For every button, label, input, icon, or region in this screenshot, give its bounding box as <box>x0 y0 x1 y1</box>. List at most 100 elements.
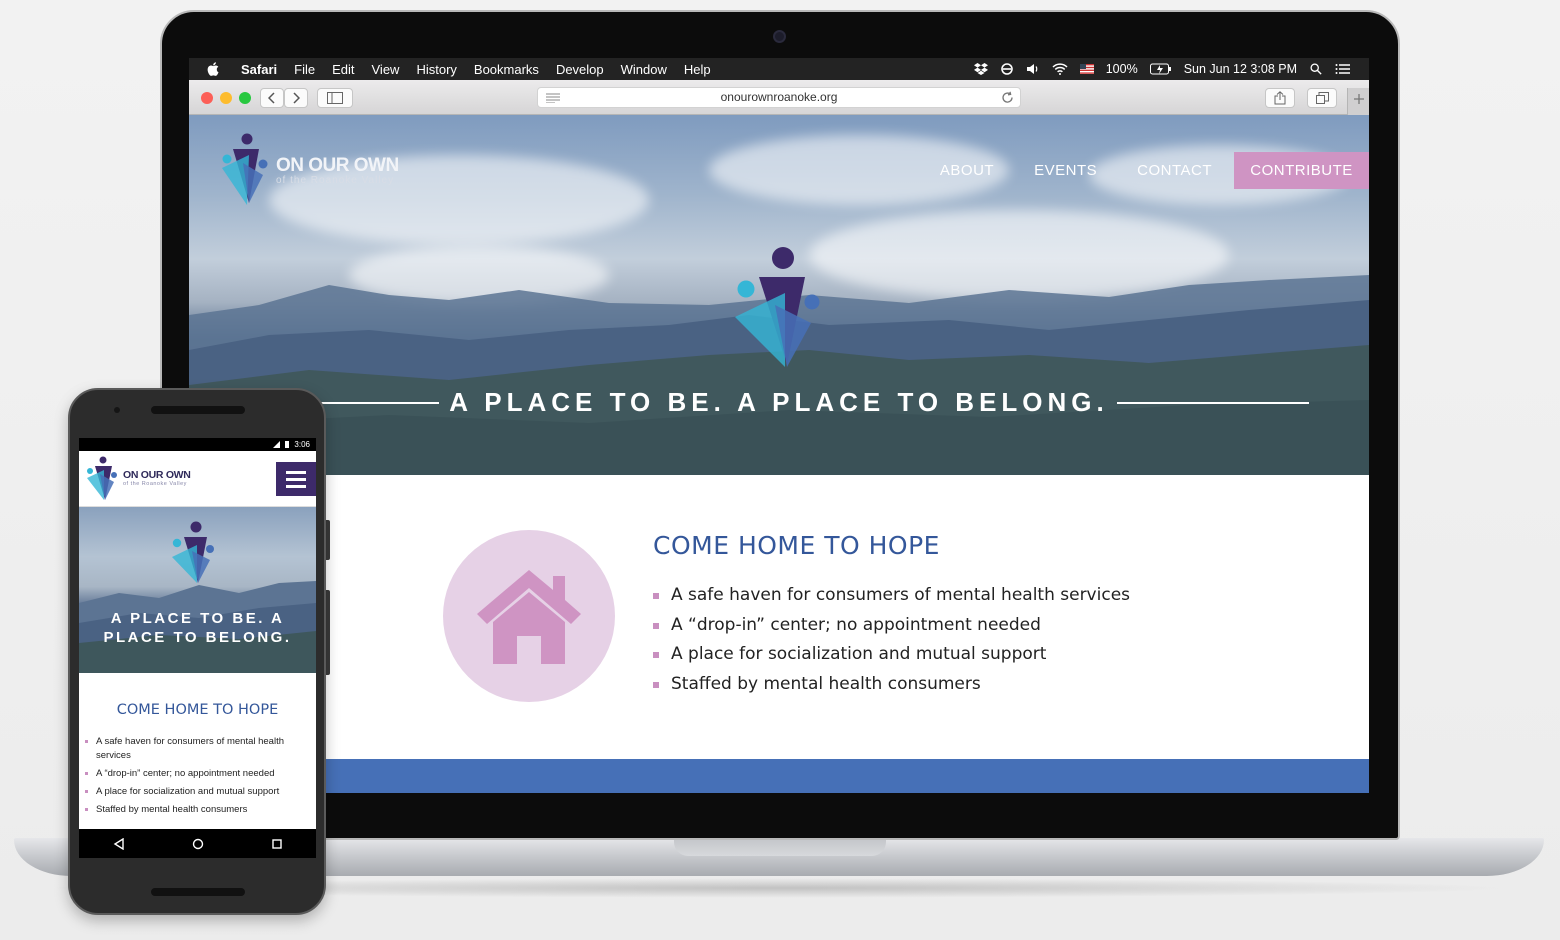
house-icon <box>477 570 581 664</box>
volume-icon[interactable] <box>1026 63 1040 75</box>
menubar-datetime[interactable]: Sun Jun 12 3:08 PM <box>1184 62 1297 76</box>
list-item: A “drop-in” center; no appointment neede… <box>85 767 311 781</box>
list-item: Staffed by mental health consumers <box>653 674 1130 704</box>
site-logo-title: ON OUR OWN <box>276 155 399 176</box>
list-icon[interactable] <box>1335 63 1351 75</box>
logo-figure-icon <box>222 133 268 205</box>
wifi-icon[interactable] <box>1052 63 1068 75</box>
reader-icon[interactable] <box>546 93 560 103</box>
hamburger-bar <box>286 484 306 488</box>
tagline-rule-right <box>1117 402 1309 404</box>
feature-list: A safe haven for consumers of mental hea… <box>653 585 1130 703</box>
battery-icon[interactable] <box>1149 63 1172 75</box>
menu-bookmarks[interactable]: Bookmarks <box>474 62 539 77</box>
tabs-overview-button[interactable] <box>1307 88 1337 108</box>
back-triangle-icon[interactable] <box>113 837 125 850</box>
hamburger-bar <box>286 477 306 481</box>
new-tab-button[interactable] <box>1347 88 1369 115</box>
hero-logo-icon <box>735 247 820 367</box>
nav-about[interactable]: ABOUT <box>940 162 994 179</box>
flag-icon[interactable] <box>1079 63 1094 75</box>
menu-window[interactable]: Window <box>621 62 667 77</box>
tabs-icon <box>1315 92 1329 104</box>
sidebar-icon <box>327 92 343 104</box>
phone-logo-icon[interactable] <box>85 456 121 502</box>
contribute-button[interactable]: CONTRIBUTE <box>1234 152 1369 189</box>
hamburger-menu-button[interactable] <box>276 462 316 496</box>
chevron-left-icon <box>268 92 275 104</box>
recents-square-icon[interactable] <box>271 838 283 850</box>
zoom-window-button[interactable] <box>239 92 251 104</box>
reload-icon[interactable] <box>1001 91 1014 104</box>
phone-power-button <box>326 520 330 560</box>
phone-hero-logo-icon <box>172 521 214 583</box>
list-item: A place for socialization and mutual sup… <box>85 785 311 799</box>
close-window-button[interactable] <box>201 92 213 104</box>
list-item: A safe haven for consumers of mental hea… <box>85 735 311 763</box>
menu-develop[interactable]: Develop <box>556 62 604 77</box>
phone-screen: 3:06 ON OUR OWN of the Roanoke Valley A … <box>79 438 316 858</box>
battery-percent: 100% <box>1105 62 1138 76</box>
laptop-notch <box>674 838 886 856</box>
phone-section-title: COME HOME TO HOPE <box>116 702 279 718</box>
phone-hope-section: COME HOME TO HOPE A safe haven for consu… <box>79 673 316 824</box>
phone-camera <box>114 407 120 413</box>
phone-tagline-line2: PLACE TO BELONG. <box>103 629 292 646</box>
address-bar[interactable]: onourownroanoke.org <box>537 87 1021 108</box>
minimize-window-button[interactable] <box>220 92 232 104</box>
list-item: A place for socialization and mutual sup… <box>653 644 1130 674</box>
phone-hero-tagline: A PLACE TO BE. A PLACE TO BELONG. <box>79 609 316 647</box>
phone-speaker-bottom <box>151 888 245 896</box>
laptop-camera <box>773 30 786 43</box>
section-title: COME HOME TO HOPE <box>653 531 940 560</box>
sidebar-toggle-button[interactable] <box>317 88 353 108</box>
list-item: Staffed by mental health consumers <box>85 803 311 817</box>
nav-events[interactable]: EVENTS <box>1034 162 1097 179</box>
menu-view[interactable]: View <box>372 62 400 77</box>
dropbox-icon[interactable] <box>973 63 988 75</box>
phone-logo-subtitle: of the Roanoke Valley <box>123 481 187 487</box>
sync-icon[interactable] <box>1000 63 1014 75</box>
hamburger-bar <box>286 470 306 474</box>
site-navigation: ABOUT EVENTS CONTACT CONTRIBUTE <box>940 152 1369 189</box>
share-button[interactable] <box>1265 88 1295 108</box>
site-logo[interactable]: ON OUR OWN of the Roanoke Valley <box>219 133 399 208</box>
spotlight-icon[interactable] <box>1309 63 1323 75</box>
battery-icon <box>285 441 290 448</box>
menubar-status-area: 100% Sun Jun 12 3:08 PM <box>973 58 1351 80</box>
phone-hero-banner: A PLACE TO BE. A PLACE TO BELONG. <box>79 507 316 673</box>
laptop-screen: Safari File Edit View History Bookmarks … <box>189 58 1369 793</box>
site-logo-subtitle: of the Roanoke Valley <box>276 175 395 186</box>
list-item: A safe haven for consumers of mental hea… <box>653 585 1130 615</box>
mac-menubar: Safari File Edit View History Bookmarks … <box>189 58 1369 80</box>
android-nav-bar <box>79 829 316 858</box>
list-item: A “drop-in” center; no appointment neede… <box>653 615 1130 645</box>
plus-icon <box>1353 94 1364 104</box>
phone-status-bar: 3:06 <box>79 438 316 451</box>
menu-history[interactable]: History <box>416 62 456 77</box>
menu-edit[interactable]: Edit <box>332 62 354 77</box>
menu-safari[interactable]: Safari <box>241 62 277 77</box>
url-text: onourownroanoke.org <box>720 90 838 104</box>
nav-contact[interactable]: CONTACT <box>1137 162 1212 179</box>
hero-banner: ON OUR OWN of the Roanoke Valley ABOUT E… <box>189 115 1369 475</box>
menu-help[interactable]: Help <box>684 62 711 77</box>
hope-section: COME HOME TO HOPE A safe haven for consu… <box>189 475 1369 759</box>
phone-time: 3:06 <box>294 440 310 449</box>
phone-site-header: ON OUR OWN of the Roanoke Valley <box>79 451 316 507</box>
phone-volume-button <box>326 590 330 675</box>
forward-button[interactable] <box>284 88 308 108</box>
signal-icon <box>272 441 280 448</box>
home-circle-icon[interactable] <box>192 838 204 850</box>
back-button[interactable] <box>260 88 284 108</box>
share-icon <box>1274 91 1286 105</box>
menu-file[interactable]: File <box>294 62 315 77</box>
phone-feature-list: A safe haven for consumers of mental hea… <box>85 735 311 821</box>
apple-icon[interactable] <box>207 62 219 76</box>
blue-footer-band <box>189 759 1369 793</box>
phone-logo-title[interactable]: ON OUR OWN <box>123 469 191 481</box>
house-badge <box>443 530 615 702</box>
safari-toolbar: onourownroanoke.org <box>189 80 1369 115</box>
phone-tagline-line1: A PLACE TO BE. A <box>110 610 285 627</box>
phone-speaker-top <box>151 406 245 414</box>
